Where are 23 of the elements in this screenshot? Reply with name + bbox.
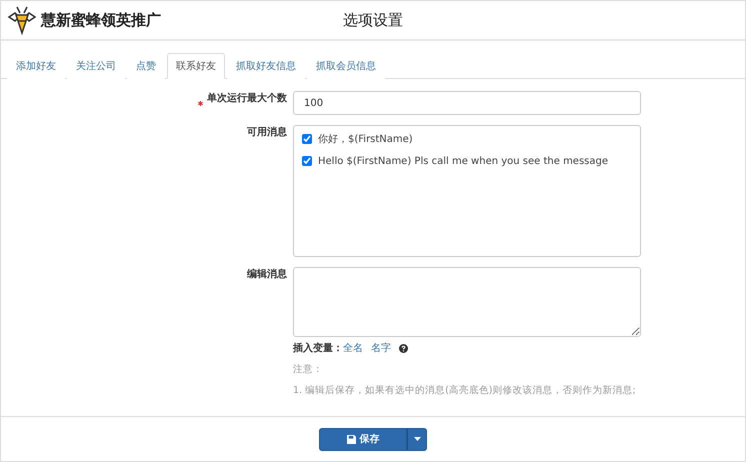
floppy-icon (346, 434, 356, 444)
bee-logo-icon (7, 5, 37, 35)
note-text: 1. 编辑后保存，如果有选中的消息(高亮底色)则修改该消息，否则作为新消息; (293, 384, 637, 397)
dropdown-button[interactable] (407, 428, 427, 450)
field-label: 单次运行最大个数 (207, 92, 287, 106)
message-input[interactable] (293, 267, 641, 337)
insert-variable-label: 插入变量： (293, 341, 343, 355)
field-label: 编辑消息 (247, 268, 287, 282)
variable-link[interactable]: 全名 (343, 341, 363, 355)
help-icon[interactable] (399, 344, 408, 352)
message-text[interactable]: Hello $(FirstName) Pls call me when you see the message (318, 156, 608, 166)
checkbox[interactable] (302, 134, 312, 144)
caret-icon (414, 437, 420, 441)
note-title: 注意： (293, 363, 324, 376)
page-title: 选项设置 (343, 10, 403, 30)
tab[interactable]: 联系好友 (167, 53, 225, 79)
save-button[interactable]: 保存 (319, 428, 407, 450)
variable-link[interactable]: 名字 (371, 341, 391, 355)
checkbox[interactable] (302, 156, 312, 166)
brand-name: 慧新蜜蜂领英推广 (41, 10, 161, 30)
field-label: 可用消息 (247, 126, 287, 140)
input-field[interactable]: 100 (293, 91, 641, 115)
message-text[interactable]: 你好，$(FirstName) (318, 132, 413, 146)
